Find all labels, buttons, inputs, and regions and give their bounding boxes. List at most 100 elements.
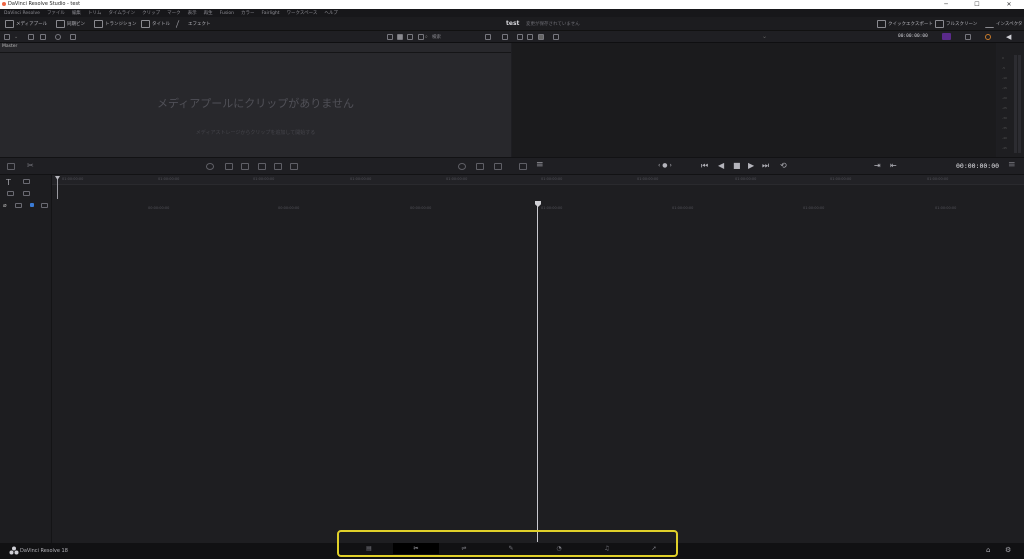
menu-bar: DaVinci Resolve ファイル 編集 トリム タイムライン クリップ … <box>0 9 1024 17</box>
menu-fusion[interactable]: Fusion <box>220 11 234 16</box>
sync-icon[interactable] <box>55 34 61 40</box>
metadata-view-icon[interactable] <box>387 34 393 40</box>
chevron-down-icon[interactable]: ⌄ <box>14 34 20 40</box>
bin-icon[interactable] <box>40 34 46 40</box>
menu-davinci[interactable]: DaVinci Resolve <box>4 11 40 16</box>
go-to-end-button[interactable]: ⏭ <box>762 161 769 171</box>
mark-in-button[interactable]: ⇥ <box>874 161 881 170</box>
close-button[interactable]: ✕ <box>998 0 1020 9</box>
titles-icon <box>141 20 150 28</box>
viewer-mode-icon[interactable] <box>527 34 533 40</box>
source-viewer[interactable] <box>512 43 996 157</box>
menu-edit[interactable]: 編集 <box>72 10 81 16</box>
viewer-size-icon[interactable] <box>553 34 559 40</box>
menu-trim[interactable]: トリム <box>88 10 102 16</box>
maximize-button[interactable]: ☐ <box>966 0 988 9</box>
source-tape-icon[interactable] <box>519 163 527 170</box>
speaker-icon[interactable]: ◀ <box>1006 33 1011 41</box>
zoom-tool-icon[interactable] <box>7 191 14 196</box>
playhead-line <box>537 204 538 542</box>
window-titlebar: DaVinci Resolve Studio - test ─ ☐ ✕ <box>0 0 1024 9</box>
go-to-start-button[interactable]: ⏮ <box>701 161 708 171</box>
ruler-tick-label: 01:00:00:00 <box>830 177 852 181</box>
media-pool-panel[interactable]: Master メディアプールにクリップがありません メディアストレージからクリッ… <box>0 43 511 157</box>
insert-icon[interactable] <box>241 163 249 170</box>
import-icon[interactable] <box>28 34 34 40</box>
play-reverse-button[interactable]: ◀ <box>718 161 724 170</box>
inspector-button[interactable]: インスペクタ <box>985 19 1022 29</box>
sort-icon[interactable] <box>485 34 491 40</box>
append-icon[interactable] <box>225 163 233 170</box>
ruler-tick-label: 00:00:00:00 <box>148 206 170 210</box>
menu-help[interactable]: ヘルプ <box>324 10 338 16</box>
options-menu-icon[interactable]: ≡ <box>1008 160 1016 170</box>
clip-navigator[interactable]: ‹ ● › <box>658 162 672 169</box>
clip-tool-icon[interactable] <box>7 163 15 170</box>
playback-color-icon[interactable] <box>942 33 951 40</box>
ruler-tick-label: 01:00:00:00 <box>158 177 180 181</box>
menu-clip[interactable]: クリップ <box>142 10 160 16</box>
timeline-view-icon[interactable] <box>23 191 30 196</box>
clip-options-icon[interactable]: ≡ <box>536 160 544 170</box>
ruler-tick-label: 01:00:00:00 <box>935 206 957 210</box>
search-input[interactable]: 検索 <box>432 34 441 40</box>
list-options-icon[interactable] <box>70 34 76 40</box>
menu-color[interactable]: カラー <box>241 10 255 16</box>
menu-mark[interactable]: マーク <box>167 10 181 16</box>
meter-scale-label: -10 <box>1002 76 1007 80</box>
single-viewer-icon[interactable] <box>538 34 544 40</box>
audio-icon[interactable] <box>502 34 508 40</box>
bin-tab-master[interactable]: Master <box>2 44 17 49</box>
timeline-area[interactable] <box>52 175 1024 543</box>
menu-fairlight[interactable]: Fairlight <box>262 11 280 16</box>
media-pool-button[interactable]: メディアプール <box>5 19 47 29</box>
snap-icon[interactable] <box>15 203 22 208</box>
list-view-icon[interactable] <box>418 34 424 40</box>
control-strip: ✂ ≡ ≡ <box>0 157 1024 175</box>
thumbnail-view-icon[interactable] <box>397 34 403 40</box>
titles-button[interactable]: タイトル <box>141 19 170 29</box>
filmstrip-view-icon[interactable] <box>407 34 413 40</box>
tab-divider <box>0 52 511 53</box>
menu-workspace[interactable]: ワークスペース <box>287 10 318 16</box>
transitions-button[interactable]: トランジション <box>94 19 137 29</box>
flag-icon[interactable] <box>41 203 48 208</box>
chevron-down-icon[interactable]: ⌄ <box>762 33 767 40</box>
menu-playback[interactable]: 再生 <box>204 10 213 16</box>
play-button[interactable]: ▶ <box>748 161 754 170</box>
project-title: test <box>506 20 520 27</box>
quick-export-button[interactable]: クイックエクスポート <box>877 19 933 29</box>
meter-scale-label: -30 <box>1002 116 1007 120</box>
layout-icon[interactable] <box>517 34 523 40</box>
place-on-top-icon[interactable] <box>290 163 298 170</box>
effects-button[interactable]: エフェクト <box>175 19 211 29</box>
fullscreen-viewer-icon[interactable] <box>494 163 502 170</box>
search-icon: ⌕ <box>425 34 428 40</box>
overwrite-icon[interactable] <box>258 163 266 170</box>
meter-bar <box>1014 55 1017 153</box>
track-tool-icon[interactable] <box>23 179 30 184</box>
minimize-button[interactable]: ─ <box>935 0 957 9</box>
full-screen-button[interactable]: フルスクリーン <box>935 19 977 29</box>
link-icon[interactable]: ⌀ <box>3 202 7 209</box>
settings-gear-icon[interactable]: ⚙ <box>1005 546 1011 554</box>
replace-icon[interactable] <box>274 163 282 170</box>
text-tool-icon[interactable]: T <box>6 178 11 187</box>
settings-color-icon[interactable] <box>985 34 991 40</box>
position-lock-icon[interactable] <box>30 203 34 207</box>
audio-sync-icon[interactable] <box>458 163 466 170</box>
cut-tool-icon[interactable]: ✂ <box>27 161 34 170</box>
menu-file[interactable]: ファイル <box>47 10 65 16</box>
zoom-icon[interactable] <box>965 34 971 40</box>
stop-button[interactable]: ■ <box>733 161 741 170</box>
home-icon[interactable]: ⌂ <box>986 546 990 554</box>
mark-icon[interactable] <box>206 163 214 170</box>
subtitle-icon[interactable] <box>476 163 484 170</box>
panel-toggle-icon[interactable] <box>4 34 10 40</box>
timeline-ruler-top[interactable] <box>52 175 1024 185</box>
mark-out-button[interactable]: ⇤ <box>890 161 897 170</box>
sync-bin-button[interactable]: 同期ビン <box>56 19 85 29</box>
menu-view[interactable]: 表示 <box>188 10 197 16</box>
menu-timeline[interactable]: タイムライン <box>108 10 135 16</box>
loop-button[interactable]: ⟲ <box>780 161 787 170</box>
